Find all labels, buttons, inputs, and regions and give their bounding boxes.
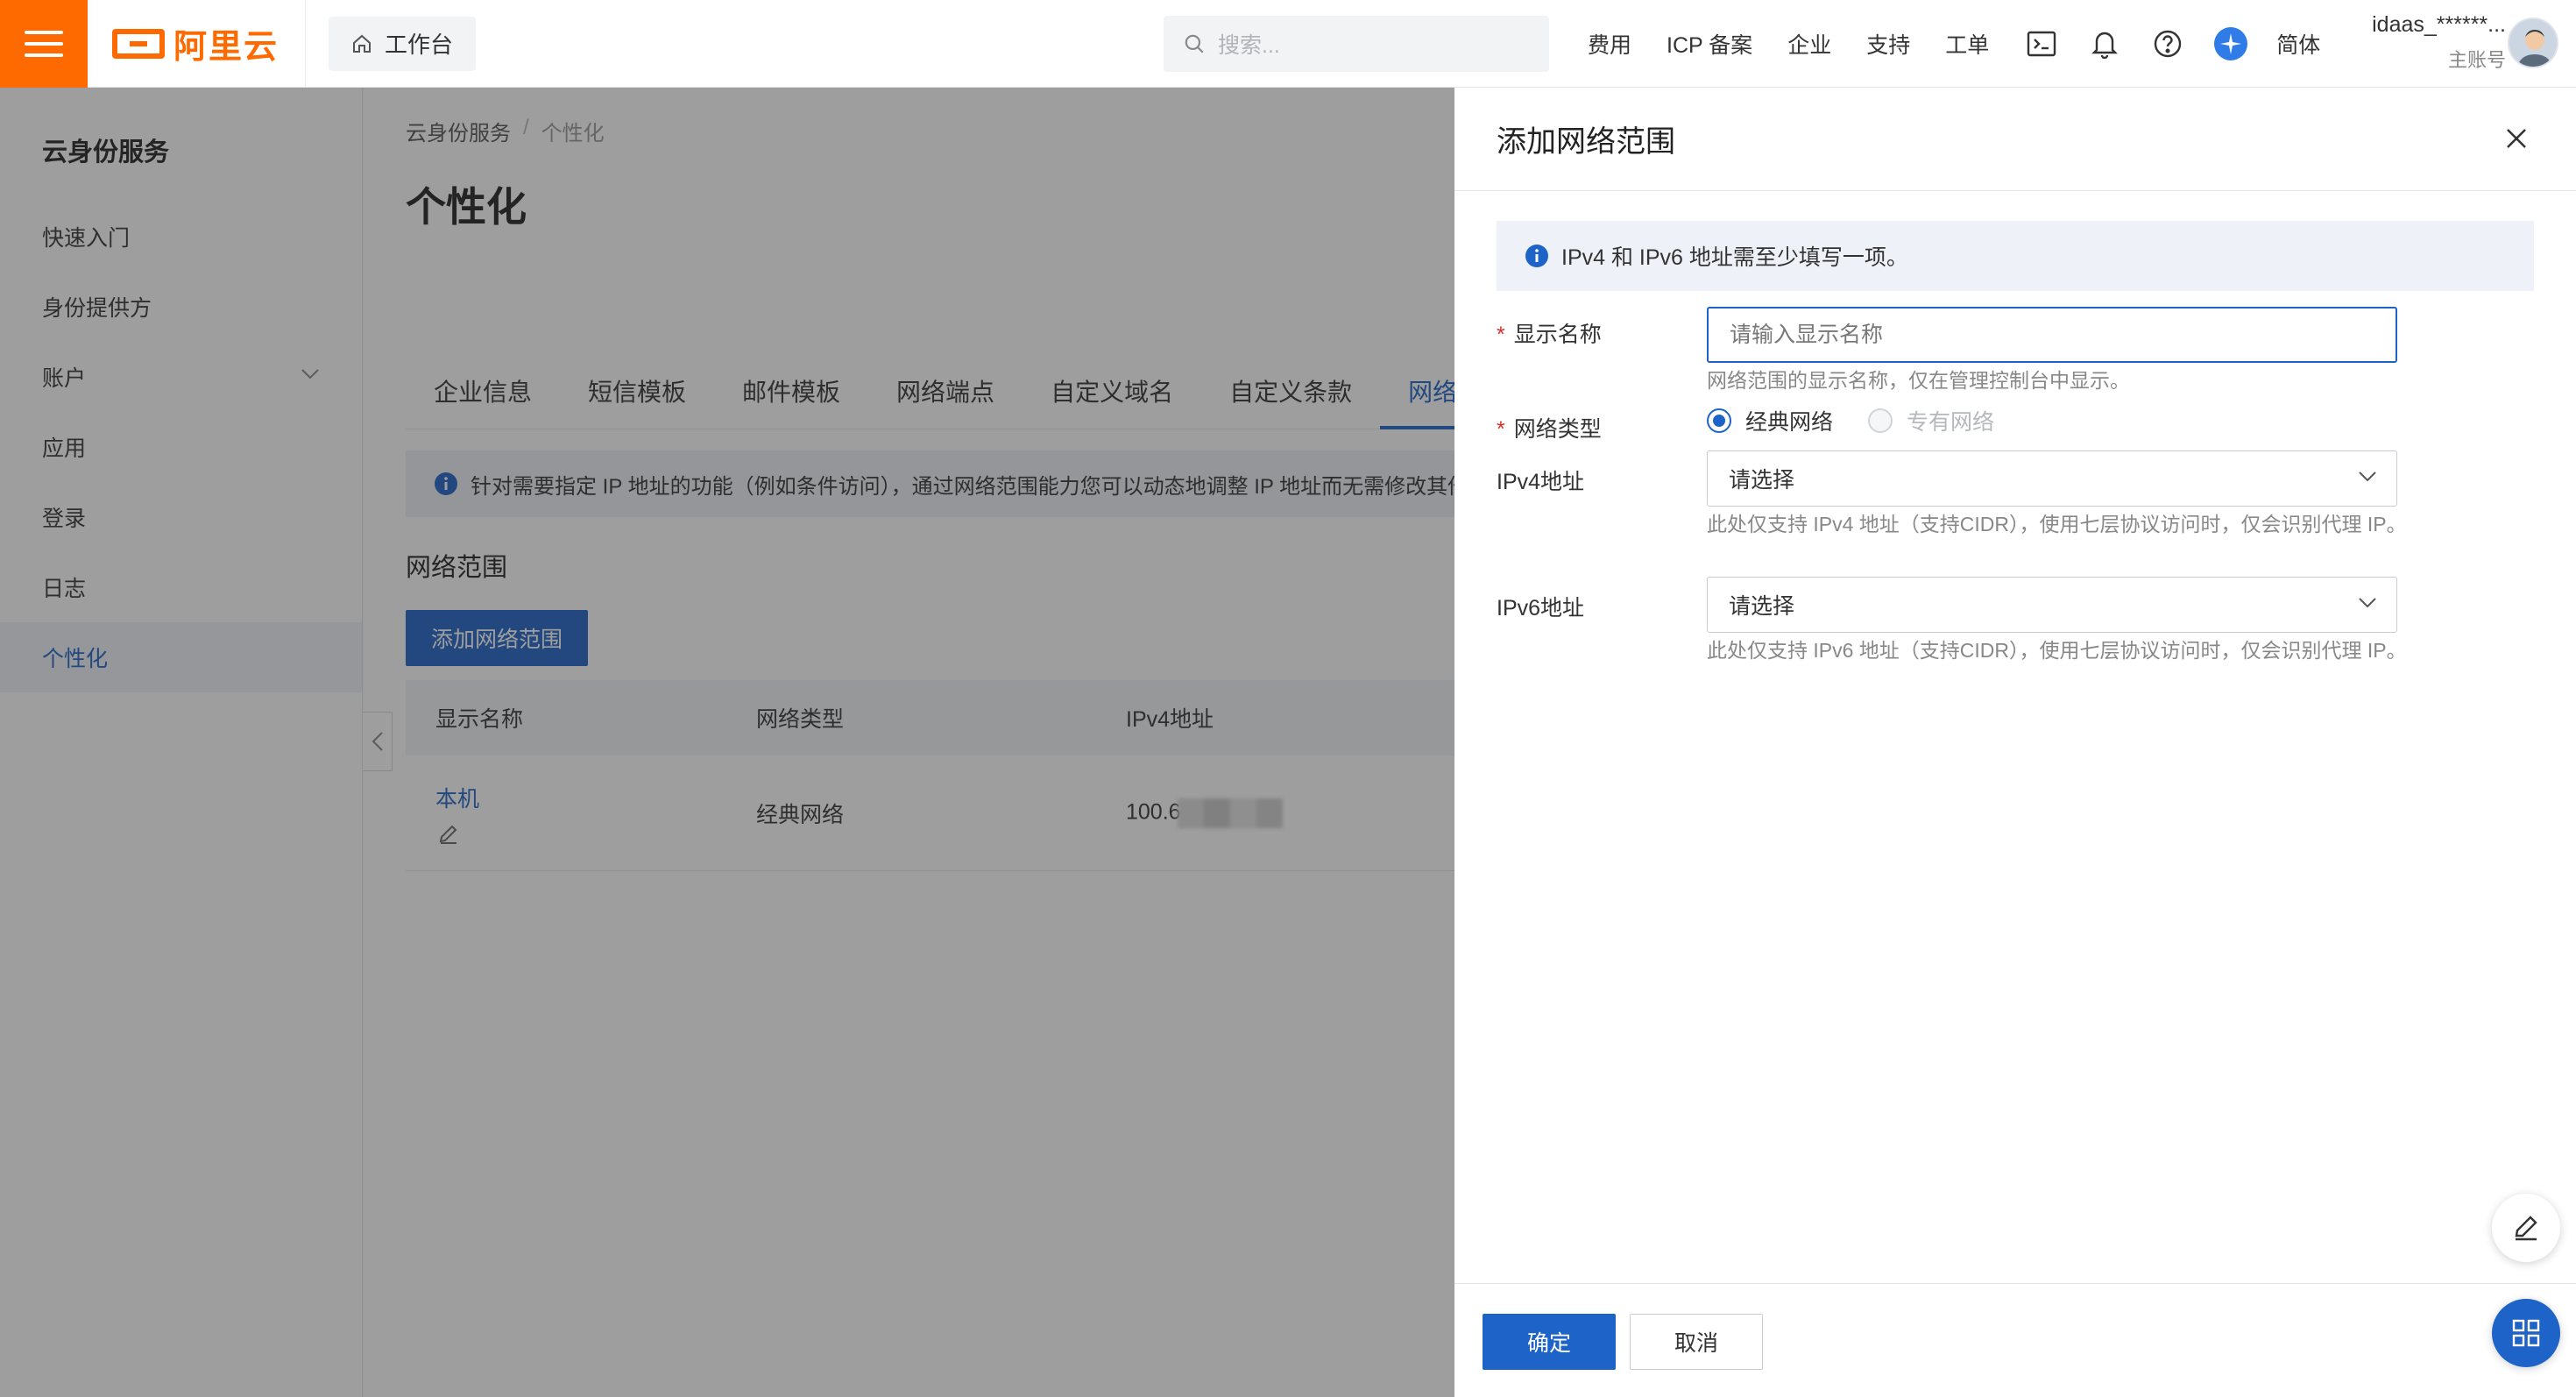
nav-link-icp[interactable]: ICP 备案 — [1667, 28, 1752, 60]
display-name-help: 网络范围的显示名称，仅在管理控制台中显示。 — [1707, 369, 2130, 392]
info-icon — [1525, 245, 1548, 267]
nav-link-support[interactable]: 支持 — [1866, 28, 1910, 60]
drawer-footer: 确定 取消 — [1454, 1283, 2576, 1397]
search-input[interactable]: 搜索... — [1164, 16, 1549, 72]
hamburger-menu-button[interactable] — [0, 0, 88, 88]
chevron-down-icon — [2359, 598, 2376, 608]
required-mark: * — [1497, 323, 1505, 347]
modal-overlay[interactable] — [0, 88, 1454, 1397]
notice-text: IPv4 和 IPv6 地址需至少填写一项。 — [1561, 245, 1908, 270]
radio-label: 经典网络 — [1745, 410, 1834, 435]
radio-label: 专有网络 — [1907, 410, 1995, 435]
language-switch[interactable]: 简体 — [2276, 28, 2320, 60]
drawer-notice: IPv4 和 IPv6 地址需至少填写一项。 — [1497, 221, 2534, 291]
user-name: idaas_******... — [2372, 12, 2506, 37]
ipv4-select[interactable]: 请选择 — [1707, 450, 2397, 507]
network-type-radio-group: 经典网络 专有网络 — [1707, 405, 2029, 436]
display-name-input[interactable] — [1707, 307, 2397, 363]
ipv4-label: IPv4地址 — [1497, 470, 1585, 494]
apps-grid-button[interactable] — [2492, 1299, 2560, 1367]
search-placeholder: 搜索... — [1218, 33, 1280, 58]
ipv4-help: 此处仅支持 IPv4 地址（支持CIDR），使用七层协议访问时，仅会识别代理 I… — [1707, 513, 2407, 535]
grid-icon — [2512, 1319, 2540, 1347]
cancel-button[interactable]: 取消 — [1630, 1314, 1763, 1370]
radio-unchecked-icon — [1868, 408, 1893, 433]
required-mark: * — [1497, 417, 1505, 442]
radio-checked-icon — [1707, 408, 1731, 433]
home-icon — [353, 34, 372, 53]
close-icon[interactable] — [2501, 123, 2532, 154]
ipv4-select-value: 请选择 — [1729, 468, 1795, 493]
add-network-range-drawer: 添加网络范围 IPv4 和 IPv6 地址需至少填写一项。 * 显示名称 网络范围… — [1454, 88, 2576, 1397]
ai-assistant-icon[interactable] — [2213, 26, 2248, 61]
nav-link-billing[interactable]: 费用 — [1588, 28, 1631, 60]
drawer-title: 添加网络范围 — [1497, 125, 1675, 159]
nav-link-ticket[interactable]: 工单 — [1945, 28, 1989, 60]
ipv6-select-value: 请选择 — [1729, 594, 1795, 619]
radio-vpc-network: 专有网络 — [1868, 405, 1994, 436]
bell-icon[interactable] — [2087, 26, 2122, 61]
aliyun-logo-mark-icon — [112, 28, 165, 59]
top-nav-links: 费用 ICP 备案 企业 支持 工单 简体 — [1588, 0, 2320, 88]
menu-line — [25, 41, 63, 46]
avatar[interactable] — [2508, 18, 2558, 68]
user-info[interactable]: idaas_******... 主账号 — [2352, 12, 2506, 73]
help-icon[interactable] — [2150, 26, 2185, 61]
workbench-label: 工作台 — [385, 32, 454, 58]
display-name-label-text: 显示名称 — [1513, 323, 1602, 347]
search-icon — [1185, 34, 1204, 53]
nav-link-enterprise[interactable]: 企业 — [1787, 28, 1831, 60]
confirm-button[interactable]: 确定 — [1483, 1314, 1616, 1370]
drawer-header: 添加网络范围 — [1454, 88, 2576, 191]
pen-icon — [2515, 1216, 2537, 1241]
radio-classic-network[interactable]: 经典网络 — [1707, 405, 1833, 436]
feedback-edit-button[interactable] — [2492, 1194, 2560, 1262]
network-type-label-text: 网络类型 — [1513, 417, 1602, 442]
chevron-down-icon — [2359, 472, 2376, 482]
network-type-label: * 网络类型 — [1497, 412, 1602, 443]
logo-text: 阿里云 — [173, 29, 280, 66]
terminal-icon[interactable] — [2024, 26, 2059, 61]
user-role: 主账号 — [2447, 49, 2506, 71]
ipv6-help: 此处仅支持 IPv6 地址（支持CIDR），使用七层协议访问时，仅会识别代理 I… — [1707, 639, 2407, 662]
ipv6-select[interactable]: 请选择 — [1707, 577, 2397, 633]
menu-line — [25, 30, 63, 34]
ipv6-label: IPv6地址 — [1497, 596, 1585, 620]
menu-line — [25, 53, 63, 57]
aliyun-logo[interactable]: 阿里云 — [112, 0, 307, 88]
workbench-button[interactable]: 工作台 — [329, 16, 477, 71]
display-name-label: * 显示名称 — [1497, 317, 1602, 349]
